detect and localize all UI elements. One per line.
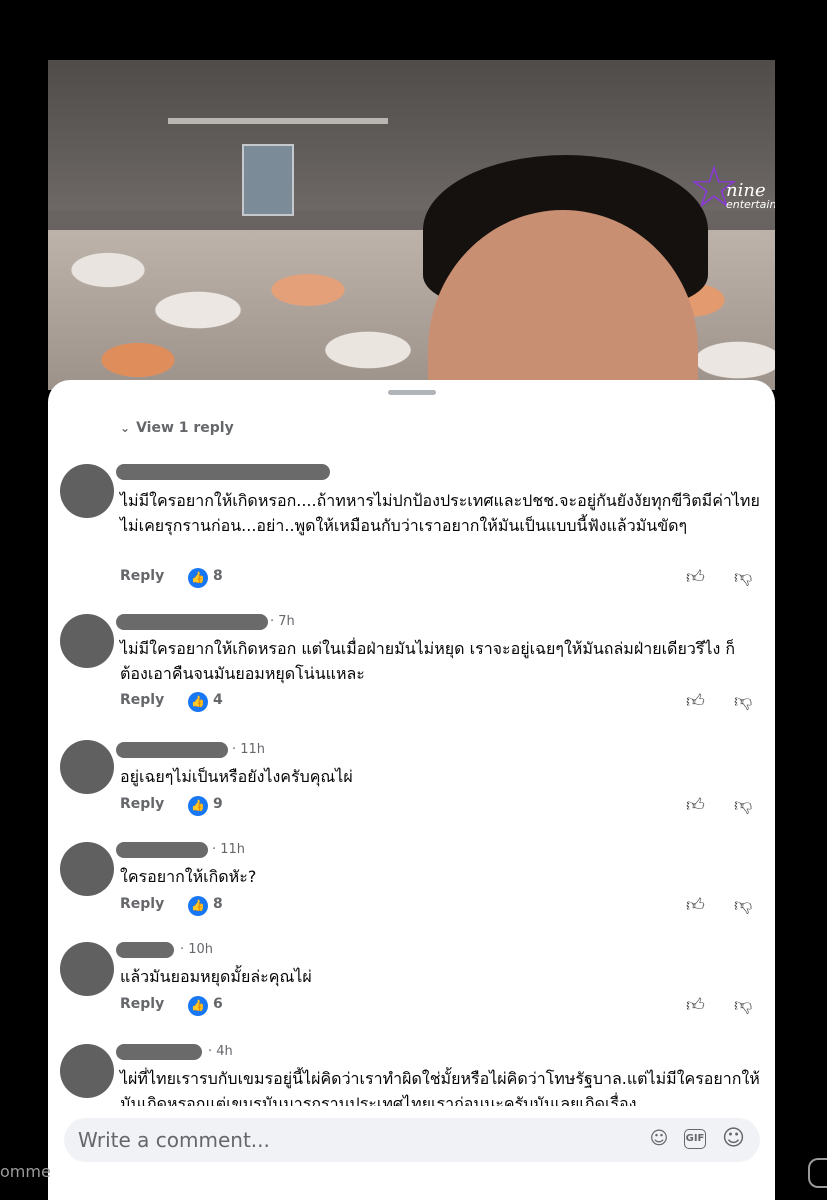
thumb-up-icon[interactable]: 👍︎ xyxy=(686,894,705,916)
like-icon: 👍 xyxy=(188,692,208,712)
like-count: 8 xyxy=(213,568,223,584)
like-icon: 👍 xyxy=(188,896,208,916)
comment-actions: Reply 👍 8 👍︎ 👎︎ xyxy=(120,566,760,590)
comment-time: · 11h xyxy=(212,842,246,857)
emoji-icon[interactable]: ☺ xyxy=(722,1128,745,1150)
comment-actions: Reply 👍 9 👍︎ 👎︎ xyxy=(120,794,760,818)
avatar[interactable] xyxy=(60,464,114,518)
underlying-icon xyxy=(808,1158,827,1188)
comments-sheet: ⌄ View 1 reply ไม่มีใครอยากให้เกิดหรอก...… xyxy=(48,380,775,1200)
comment-time: · 7h xyxy=(270,614,295,629)
redacted-username[interactable] xyxy=(116,464,330,480)
like-count: 4 xyxy=(213,692,223,708)
redacted-username[interactable] xyxy=(116,1044,202,1060)
video-rail xyxy=(168,118,388,124)
like-icon: 👍 xyxy=(188,796,208,816)
comment-time: · 4h xyxy=(208,1044,233,1059)
reply-button[interactable]: Reply xyxy=(120,896,164,912)
avatar[interactable] xyxy=(60,842,114,896)
underlying-comment-field-text: omme xyxy=(0,1162,51,1181)
thumb-down-icon[interactable]: 👎︎ xyxy=(734,566,752,588)
redacted-username[interactable] xyxy=(116,742,228,758)
thumb-down-icon[interactable]: 👎︎ xyxy=(734,690,752,712)
thumb-down-icon[interactable]: 👎︎ xyxy=(734,794,752,816)
channel-logo: ☆ nine entertain xyxy=(688,158,775,238)
reply-button[interactable]: Reply xyxy=(120,568,164,584)
video-poster xyxy=(242,144,294,216)
reply-button[interactable]: Reply xyxy=(120,692,164,708)
comment-text: ไผ่ที่ไทยเรารบกับเขมรอยู่นี้ไผ่คิดว่าเรา… xyxy=(120,1069,760,1106)
comment-time: · 11h xyxy=(232,742,266,757)
gif-icon[interactable]: GIF xyxy=(684,1129,706,1149)
logo-line2: entertain xyxy=(726,198,775,211)
chevron-down-icon: ⌄ xyxy=(120,421,131,435)
redacted-username[interactable] xyxy=(116,614,268,630)
thumb-down-icon[interactable]: 👎︎ xyxy=(734,994,752,1016)
thumb-up-icon[interactable]: 👍︎ xyxy=(686,566,705,588)
comment-item: · 4h ไผ่ที่ไทยเรารบกับเขมรอยู่นี้ไผ่คิดว… xyxy=(48,1042,775,1106)
comment-text: ไม่มีใครอยากให้เกิดหรอก แต่ในเมื่อฝ่ายมั… xyxy=(120,639,736,683)
comment-text: อยู่เฉยๆไม่เป็นหรือยังไงครับคุณไผ่ xyxy=(120,767,353,786)
avatar[interactable] xyxy=(60,740,114,794)
like-icon: 👍 xyxy=(188,996,208,1016)
thumb-up-icon[interactable]: 👍︎ xyxy=(686,690,705,712)
like-count: 6 xyxy=(213,996,223,1012)
thumb-up-icon[interactable]: 👍︎ xyxy=(686,794,705,816)
comment-text: ไม่มีใครอยากให้เกิดหรอก....ถ้าทหารไม่ปกป… xyxy=(120,491,760,535)
avatar[interactable] xyxy=(60,1044,114,1098)
reply-button[interactable]: Reply xyxy=(120,796,164,812)
view-replies-label: View 1 reply xyxy=(136,420,234,436)
avatar[interactable] xyxy=(60,614,114,668)
comment-actions: Reply 👍 4 👍︎ 👎︎ xyxy=(120,690,760,714)
sticker-icon[interactable]: ☺ xyxy=(648,1128,670,1150)
comment-composer[interactable]: Write a comment... ☺ GIF ☺ xyxy=(64,1118,760,1162)
comment-actions: Reply 👍 6 👍︎ 👎︎ xyxy=(120,994,760,1018)
like-count: 9 xyxy=(213,796,223,812)
comment-input-placeholder[interactable]: Write a comment... xyxy=(78,1128,270,1152)
comment-text: ใครอยากให้เกิดหัะ? xyxy=(120,867,257,886)
like-count: 8 xyxy=(213,896,223,912)
like-icon: 👍 xyxy=(188,568,208,588)
view-replies-link[interactable]: ⌄ View 1 reply xyxy=(120,420,234,436)
avatar[interactable] xyxy=(60,942,114,996)
comment-text: แล้วมันยอมหยุดมั้ยล่ะคุณไผ่ xyxy=(120,967,312,986)
thumb-down-icon[interactable]: 👎︎ xyxy=(734,894,752,916)
redacted-username[interactable] xyxy=(116,942,174,958)
comment-actions: Reply 👍 8 👍︎ 👎︎ xyxy=(120,894,760,918)
comment-time: · 10h xyxy=(180,942,214,957)
reply-button[interactable]: Reply xyxy=(120,996,164,1012)
thumb-up-icon[interactable]: 👍︎ xyxy=(686,994,705,1016)
sheet-drag-handle[interactable] xyxy=(388,390,436,395)
redacted-username[interactable] xyxy=(116,842,208,858)
video-player[interactable]: ☆ nine entertain xyxy=(48,60,775,390)
